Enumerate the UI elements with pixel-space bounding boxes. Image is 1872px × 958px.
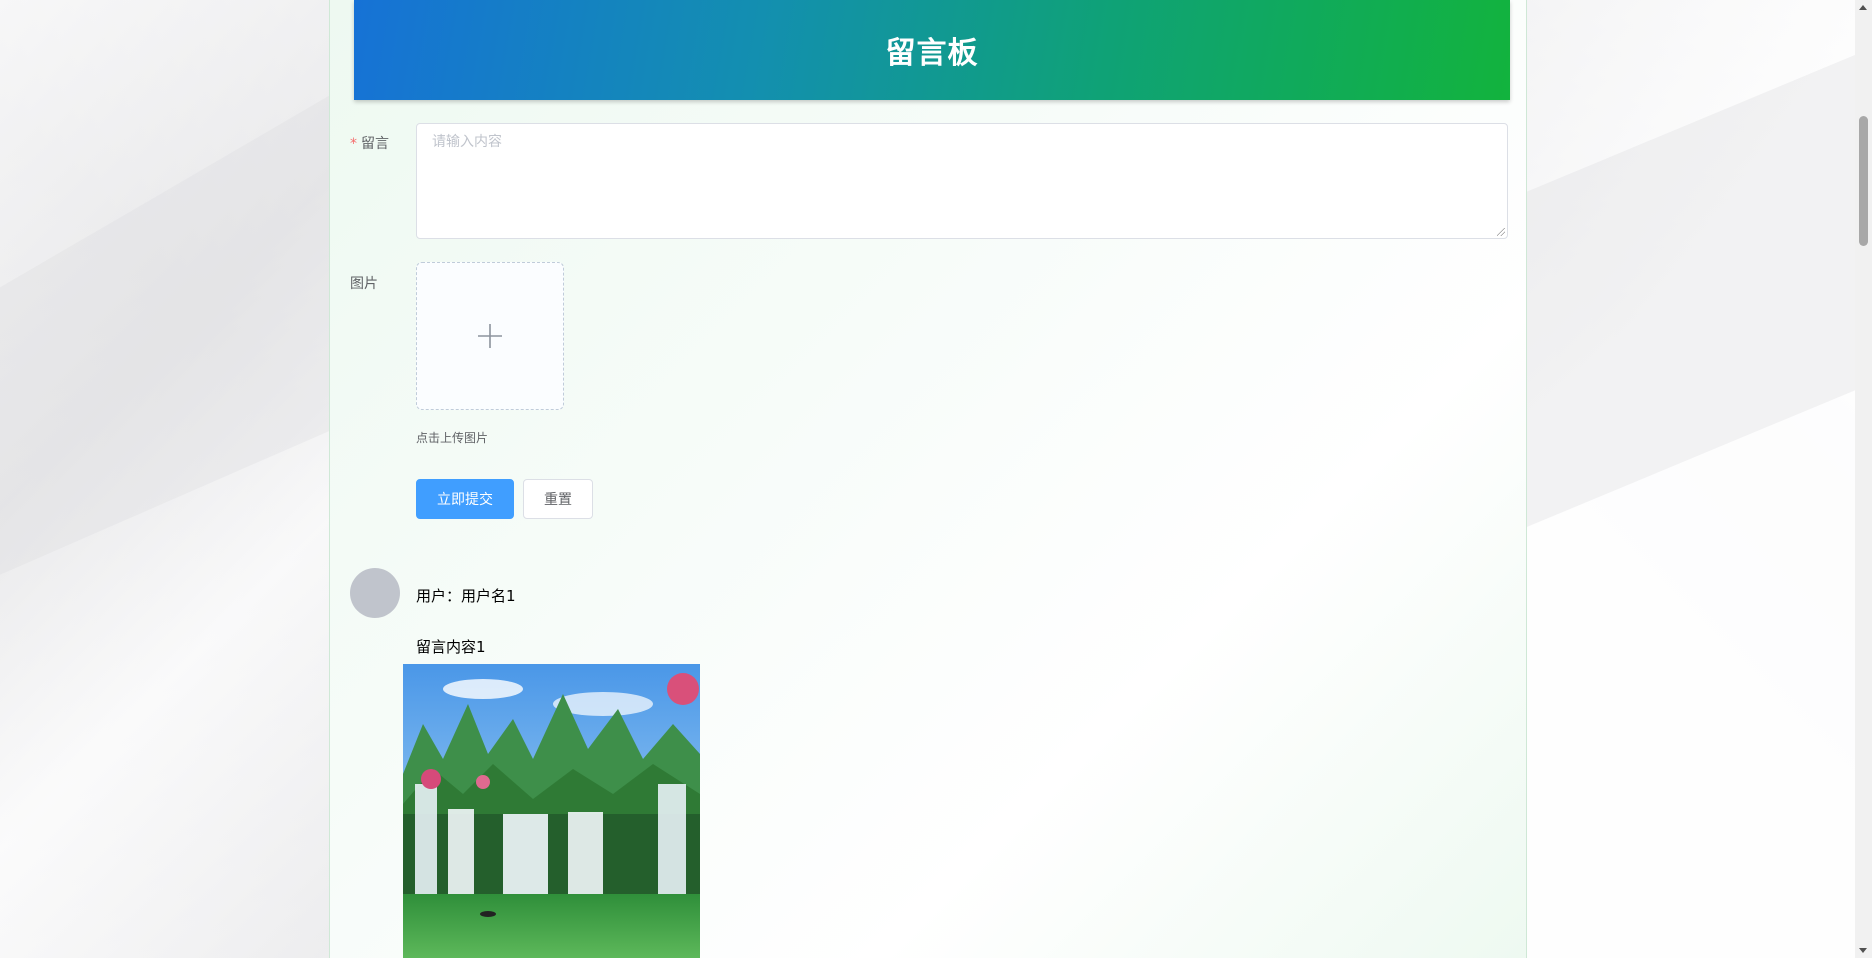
avatar: [350, 568, 400, 618]
reset-button[interactable]: 重置: [523, 479, 593, 519]
message-textarea[interactable]: 请输入内容: [416, 123, 1508, 239]
page-scrollbar[interactable]: [1855, 0, 1872, 958]
comment-image: [403, 664, 700, 958]
scroll-down-icon[interactable]: [1859, 948, 1867, 953]
resize-handle[interactable]: [1497, 228, 1505, 236]
submit-button[interactable]: 立即提交: [416, 479, 514, 519]
plus-icon: [478, 324, 502, 348]
upload-tip: 点击上传图片: [416, 431, 489, 445]
message-board-container: 留言板 * 留言 请输入内容 图片 点击上传图片 立即提交 重置 用户：用户名1 …: [329, 0, 1527, 958]
message-placeholder: 请输入内容: [432, 134, 502, 150]
background-facet: [1527, 47, 1872, 527]
scroll-up-icon[interactable]: [1859, 5, 1867, 10]
image-label: 图片: [350, 276, 378, 292]
page-title: 留言板: [885, 36, 979, 71]
comment-content: 留言内容1: [416, 638, 486, 656]
image-upload-box[interactable]: [416, 262, 564, 410]
page-banner: 留言板: [354, 0, 1510, 100]
required-mark: *: [350, 136, 357, 152]
message-label: * 留言: [350, 136, 389, 152]
comment-user: 用户：用户名1: [416, 587, 516, 605]
scroll-thumb[interactable]: [1859, 116, 1868, 246]
background-facet: [0, 95, 329, 575]
